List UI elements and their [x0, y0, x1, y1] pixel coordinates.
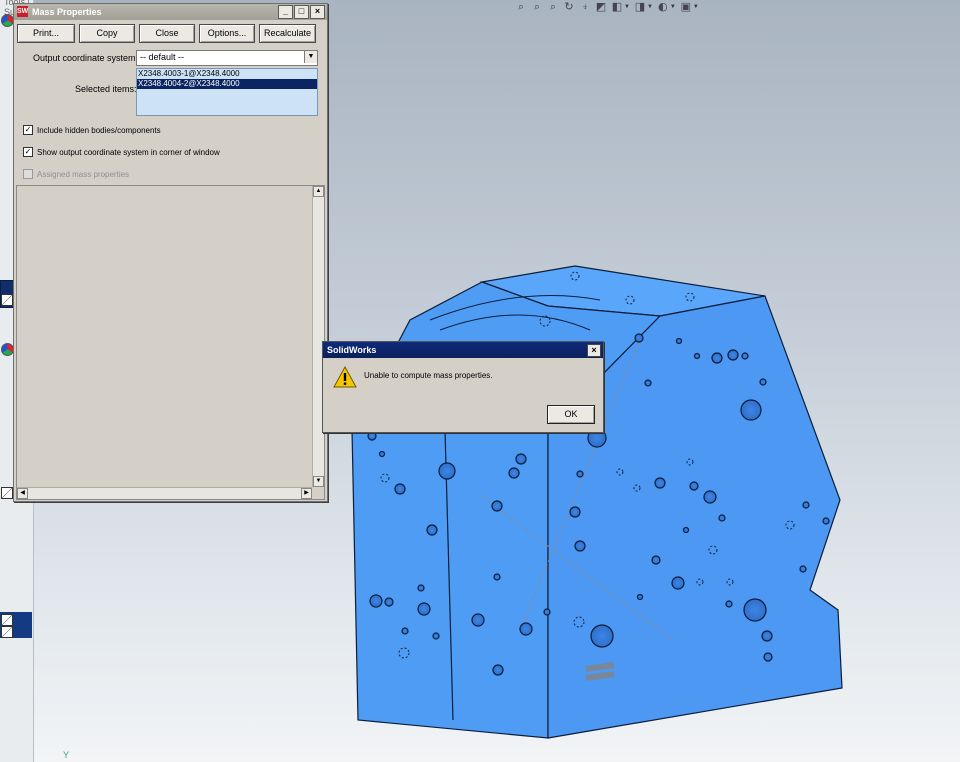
- output-coord-select[interactable]: -- default -- ▼: [136, 50, 318, 66]
- error-dialog: SolidWorks × Unable to compute mass prop…: [322, 341, 604, 433]
- scene-icon[interactable]: ▣: [680, 1, 692, 13]
- output-coord-label: Output coordinate system:: [33, 53, 139, 63]
- checkbox-label: Assigned mass properties: [37, 169, 130, 179]
- section-view-icon-3[interactable]: [1, 614, 13, 626]
- assigned-mass-checkbox: Assigned mass properties: [23, 169, 129, 179]
- horizontal-scrollbar[interactable]: ◀ ▶: [17, 487, 312, 499]
- minimize-button[interactable]: _: [278, 5, 293, 19]
- window-controls: _ □ ×: [278, 5, 325, 19]
- display-style-icon[interactable]: ◧: [611, 1, 623, 13]
- dialog-titlebar[interactable]: SolidWorks ×: [323, 342, 603, 358]
- section-view-icon[interactable]: ⍖: [579, 1, 591, 13]
- window-title: Mass Properties: [32, 7, 102, 17]
- ok-button[interactable]: OK: [547, 405, 595, 424]
- warning-icon: [333, 366, 357, 388]
- model-viewport[interactable]: [340, 258, 850, 748]
- zoom-to-fit-icon[interactable]: ⌕: [515, 1, 527, 13]
- hide-show-icon[interactable]: ◨: [634, 1, 646, 13]
- checkmark-icon[interactable]: ✓: [23, 147, 33, 157]
- copy-button[interactable]: Copy: [79, 24, 135, 43]
- section-view-icon-2[interactable]: [1, 487, 13, 499]
- selected-items-label: Selected items:: [75, 84, 137, 94]
- print-button[interactable]: Print...: [17, 24, 75, 43]
- vertical-scrollbar[interactable]: ▲ ▼: [312, 186, 324, 487]
- appearance-edit-icon[interactable]: ◐: [657, 1, 669, 13]
- checkbox-label: Show output coordinate system in corner …: [37, 147, 220, 157]
- scroll-right-icon[interactable]: ▶: [301, 488, 312, 499]
- results-panel[interactable]: ▲ ▼ ◀ ▶: [16, 185, 325, 500]
- recalculate-button[interactable]: Recalculate: [259, 24, 316, 43]
- list-item-selected[interactable]: X2348.4004-2@X2348.4000: [137, 79, 317, 89]
- solidworks-logo-icon: SW: [17, 6, 29, 17]
- view-toolbar: ⌕ ⌕ ⌕ ↻ ⍖ ◩ ◧ ▼ ◨ ▼ ◐ ▼ ▣ ▼: [515, 0, 699, 14]
- section-view-icon-4[interactable]: [1, 626, 13, 638]
- include-hidden-checkbox[interactable]: ✓ Include hidden bodies/components: [23, 125, 161, 135]
- action-buttons: Print... Copy Close Options... Recalcula…: [17, 24, 316, 43]
- axis-y-label: Y: [63, 750, 70, 760]
- model-body: [351, 265, 843, 739]
- dialog-message: Unable to compute mass properties.: [364, 371, 493, 380]
- close-window-button[interactable]: ×: [310, 5, 325, 19]
- chevron-down-icon[interactable]: ▼: [304, 51, 317, 63]
- close-icon[interactable]: ×: [587, 344, 601, 357]
- selected-items-list[interactable]: X2348.4003-1@X2348.4000 X2348.4004-2@X23…: [136, 68, 318, 116]
- close-button[interactable]: Close: [139, 24, 195, 43]
- checkbox-empty: [23, 169, 33, 179]
- show-coord-system-checkbox[interactable]: ✓ Show output coordinate system in corne…: [23, 147, 220, 157]
- scroll-left-icon[interactable]: ◀: [17, 488, 28, 499]
- zoom-to-area-icon[interactable]: ⌕: [531, 1, 543, 13]
- mass-properties-titlebar[interactable]: SW Mass Properties _ □ ×: [14, 4, 327, 20]
- maximize-button[interactable]: □: [294, 5, 309, 19]
- checkbox-label: Include hidden bodies/components: [37, 125, 161, 135]
- section-view-icon[interactable]: [1, 294, 13, 306]
- scroll-down-icon[interactable]: ▼: [313, 476, 324, 487]
- list-item[interactable]: X2348.4003-1@X2348.4000: [137, 69, 317, 79]
- options-button[interactable]: Options...: [199, 24, 255, 43]
- previous-view-icon[interactable]: ⌕: [547, 1, 559, 13]
- checkmark-icon[interactable]: ✓: [23, 125, 33, 135]
- rotate-view-icon[interactable]: ↻: [563, 1, 575, 13]
- view-orientation-icon[interactable]: ◩: [595, 1, 607, 13]
- dialog-title: SolidWorks: [327, 345, 377, 355]
- scroll-up-icon[interactable]: ▲: [313, 186, 324, 197]
- output-coord-value: -- default --: [140, 52, 185, 62]
- mass-properties-window: SW Mass Properties _ □ × Print... Copy C…: [13, 3, 328, 502]
